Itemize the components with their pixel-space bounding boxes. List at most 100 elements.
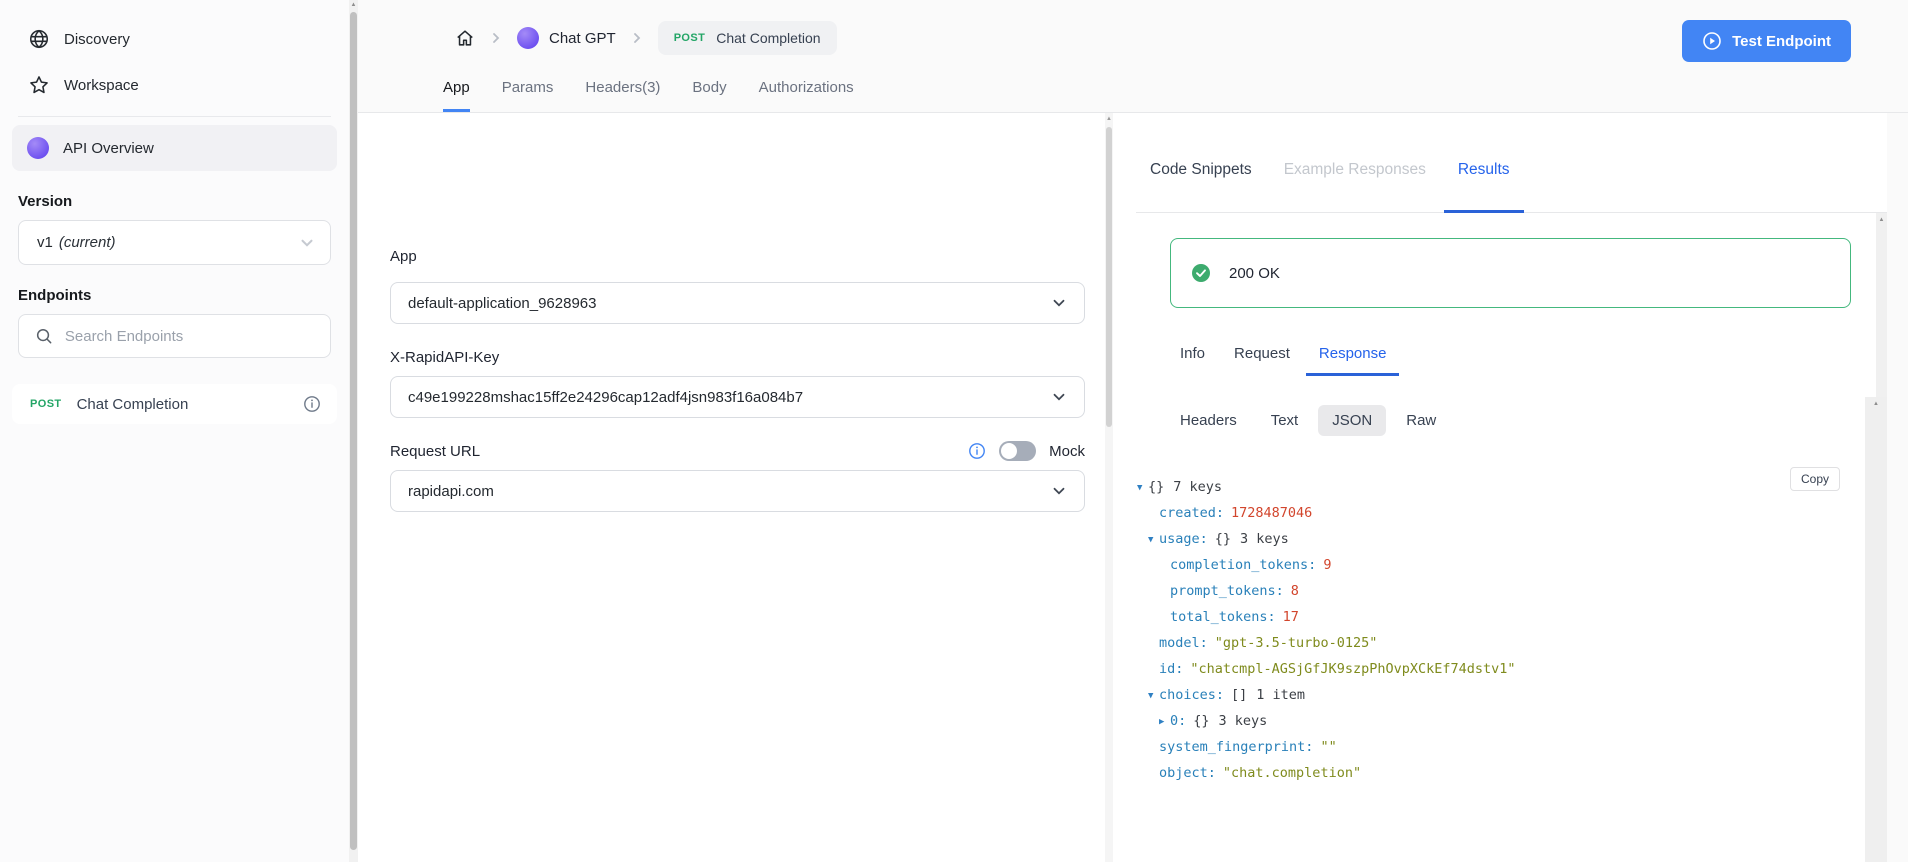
endpoint-search[interactable] [18, 314, 331, 358]
sidebar-endpoint-chat-completion[interactable]: POST Chat Completion [12, 384, 337, 424]
json-key: completion_tokens: [1170, 557, 1317, 573]
scroll-up-icon[interactable]: ▲ [1865, 401, 1887, 407]
mock-toggle[interactable] [999, 441, 1037, 461]
app-select[interactable]: default-application_9628963 [390, 282, 1085, 324]
json-value: 17 [1282, 609, 1299, 625]
json-tree-line: completion_tokens: 9 [1113, 552, 1868, 578]
tab-app[interactable]: App [443, 79, 470, 112]
json-value: "gpt-3.5-turbo-0125" [1214, 635, 1378, 651]
version-select[interactable]: v1 (current) [18, 220, 331, 265]
json-collection-badge: [] [1231, 687, 1248, 703]
chevron-right-icon [489, 31, 503, 45]
json-tree-line: total_tokens: 17 [1113, 604, 1868, 630]
toggle-knob [1001, 443, 1018, 459]
play-circle-icon [1703, 32, 1721, 50]
main-area: Chat GPT POST Chat Completion Test Endpo… [358, 0, 1908, 862]
tab-request[interactable]: Request [1221, 340, 1303, 376]
tree-toggle-icon[interactable]: ▼ [1148, 683, 1159, 709]
version-label: Version [18, 193, 73, 210]
scrollbar-thumb[interactable] [350, 12, 357, 850]
json-scrollbar[interactable]: ▲ [1865, 397, 1887, 862]
json-key: model: [1159, 635, 1208, 651]
json-key: total_tokens: [1170, 609, 1276, 625]
response-format-buttons: Headers Text JSON Raw [1166, 405, 1450, 436]
json-key: id: [1159, 661, 1184, 677]
json-collection-badge: {} [1214, 531, 1232, 547]
json-key: choices: [1159, 687, 1225, 703]
json-tree-line: model: "gpt-3.5-turbo-0125" [1113, 630, 1868, 656]
sidebar-item-workspace[interactable]: Workspace [0, 62, 349, 108]
json-key: system_fingerprint: [1159, 739, 1314, 755]
format-headers-button[interactable]: Headers [1166, 405, 1251, 436]
search-endpoints-input[interactable] [64, 327, 316, 345]
json-tree-line: ▶ 0: {} 3 keys [1113, 708, 1868, 734]
breadcrumb-api-name: Chat GPT [549, 29, 616, 47]
api-logo-icon [517, 27, 539, 49]
method-badge: POST [30, 398, 62, 410]
info-icon[interactable] [968, 442, 986, 460]
json-value: 9 [1323, 557, 1332, 573]
json-key: 0: [1170, 713, 1187, 729]
globe-icon [29, 29, 49, 49]
info-icon[interactable] [303, 395, 321, 413]
chevron-down-icon [1053, 393, 1065, 401]
content-area: App default-application_9628963 X-RapidA… [358, 113, 1908, 862]
version-value: v1 (current) [37, 234, 116, 251]
scroll-up-icon[interactable]: ▲ [349, 2, 358, 8]
method-badge: POST [673, 32, 706, 44]
sidebar-item-label: Discovery [64, 30, 130, 48]
json-key-count: 3 keys [1218, 713, 1268, 729]
sidebar-item-api-overview[interactable]: API Overview [12, 125, 337, 171]
breadcrumb-endpoint[interactable]: POST Chat Completion [657, 21, 837, 55]
scroll-up-icon[interactable]: ▲ [1105, 116, 1113, 122]
breadcrumb-endpoint-name: Chat Completion [716, 30, 821, 46]
page-scrollbar[interactable]: ▲ [349, 0, 358, 862]
tab-response[interactable]: Response [1305, 340, 1400, 376]
app-root: Discovery Workspace API Overview Version… [0, 0, 1908, 862]
scroll-up-icon[interactable]: ▲ [1876, 217, 1887, 223]
test-endpoint-button[interactable]: Test Endpoint [1682, 20, 1851, 62]
version-note: (current) [58, 234, 116, 251]
status-text: 200 OK [1229, 264, 1280, 282]
json-key-count: 3 keys [1240, 531, 1289, 547]
tab-authorizations[interactable]: Authorizations [759, 79, 854, 112]
mock-label: Mock [1049, 442, 1085, 460]
tab-results[interactable]: Results [1443, 161, 1524, 213]
check-circle-icon [1192, 264, 1210, 282]
tree-toggle-icon[interactable]: ▶ [1159, 709, 1170, 735]
tab-info[interactable]: Info [1167, 340, 1218, 376]
format-raw-button[interactable]: Raw [1392, 405, 1450, 436]
breadcrumb-api[interactable]: Chat GPT [517, 27, 616, 49]
tree-toggle-icon[interactable]: ▼ [1137, 475, 1148, 501]
test-endpoint-label: Test Endpoint [1732, 32, 1831, 50]
json-key: usage: [1159, 531, 1208, 547]
request-form-panel: App default-application_9628963 X-RapidA… [358, 113, 1105, 862]
home-icon[interactable] [455, 28, 475, 48]
tab-headers[interactable]: Headers(3) [585, 79, 660, 112]
json-value: "chat.completion" [1222, 765, 1362, 781]
sidebar: Discovery Workspace API Overview Version… [0, 0, 349, 862]
form-scrollbar[interactable]: ▲ [1105, 113, 1113, 862]
rapidapi-key-select[interactable]: c49e199228mshac15ff2e24296cap12adf4jsn98… [390, 376, 1085, 418]
rapidapi-key-value: c49e199228mshac15ff2e24296cap12adf4jsn98… [408, 388, 804, 406]
json-tree-line: object: "chat.completion" [1113, 760, 1868, 786]
json-key: prompt_tokens: [1170, 583, 1284, 599]
request-url-select[interactable]: rapidapi.com [390, 470, 1085, 512]
json-tree-line: prompt_tokens: 8 [1113, 578, 1868, 604]
json-value: 8 [1290, 583, 1299, 599]
json-tree-line: created: 1728487046 [1113, 500, 1868, 526]
scrollbar-thumb[interactable] [1106, 127, 1112, 427]
format-text-button[interactable]: Text [1257, 405, 1313, 436]
tree-toggle-icon[interactable]: ▼ [1148, 527, 1159, 553]
tab-example-responses[interactable]: Example Responses [1270, 161, 1440, 213]
tab-params[interactable]: Params [502, 79, 554, 112]
request-url-label: Request URL [390, 442, 481, 460]
json-tree-line: ▼ choices: [] 1 item [1113, 682, 1868, 708]
sidebar-item-discovery[interactable]: Discovery [0, 16, 349, 62]
api-overview-label: API Overview [63, 139, 154, 157]
format-json-button[interactable]: JSON [1318, 405, 1387, 436]
results-scrollbar[interactable]: ▲ [1876, 213, 1887, 397]
tab-code-snippets[interactable]: Code Snippets [1136, 161, 1266, 213]
tab-body[interactable]: Body [692, 79, 726, 112]
json-key-count: 7 keys [1173, 479, 1223, 495]
